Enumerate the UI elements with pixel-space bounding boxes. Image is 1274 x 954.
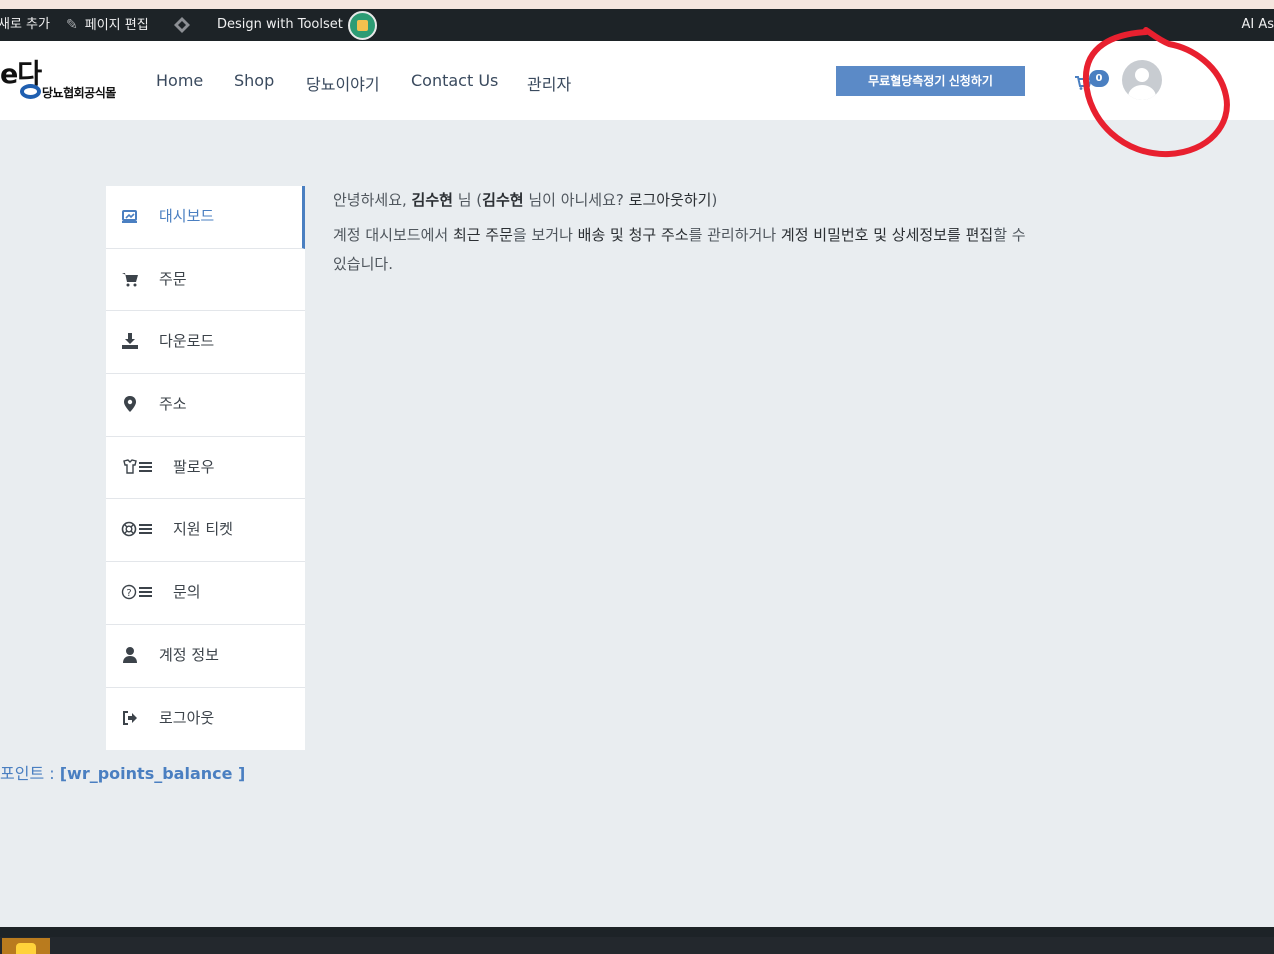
dashboard-icon	[121, 207, 139, 225]
sidebar-item-orders[interactable]: 주문	[106, 249, 305, 312]
sidebar-item-label: 대시보드	[159, 207, 215, 225]
site-header: e다 당뇨협회공식몰 Home Shop 당뇨이야기 Contact Us 관리…	[0, 41, 1274, 120]
sidebar-item-label: 주문	[159, 269, 187, 288]
sidebar-item-label: 로그아웃	[159, 708, 215, 727]
user-icon	[121, 646, 139, 664]
greet-mid: 님 (	[452, 191, 483, 209]
sidebar-item-label: 팔로우	[173, 457, 215, 476]
sidebar-item-downloads[interactable]: 다운로드	[106, 311, 305, 375]
cart-icon	[121, 270, 139, 288]
sidebar-item-label: 다운로드	[159, 332, 215, 351]
sidebar-item-label: 지원 티켓	[173, 520, 233, 539]
desc-text-3: 를 관리하거나	[688, 226, 781, 244]
sidebar-item-follow[interactable]: 팔로우	[106, 437, 305, 500]
points-label: 포인트 :	[0, 764, 60, 783]
free-meter-request-button[interactable]: 무료혈당측정기 신청하기	[836, 66, 1025, 96]
logout-icon	[121, 709, 139, 727]
sidebar-item-label: 문의	[173, 583, 201, 602]
nav-admin[interactable]: 관리자	[527, 71, 571, 95]
dashboard-description: 계정 대시보드에서 최근 주문을 보거나 배송 및 청구 주소를 관리하거나 계…	[333, 221, 1033, 279]
support-ticket-icon	[121, 519, 155, 539]
greet-mid-2: 님이 아니세요?	[523, 191, 629, 209]
sidebar-item-logout[interactable]: 로그아웃	[106, 688, 305, 751]
admin-new-button[interactable]: 새로 추가	[0, 9, 50, 41]
admin-edit-label: 페이지 편집	[84, 18, 149, 33]
map-pin-icon	[121, 395, 139, 413]
user-name-2: 김수현	[482, 191, 524, 209]
greeting-text: 안녕하세요, 김수현 님 (김수현 님이 아니세요? 로그아웃하기)	[333, 189, 1033, 211]
greet-suffix: )	[711, 191, 718, 209]
nav-home[interactable]: Home	[156, 71, 203, 90]
sidebar-item-support-tickets[interactable]: 지원 티켓	[106, 499, 305, 563]
top-strip	[0, 0, 1274, 9]
admin-edit-page-button[interactable]: ✎ 페이지 편집	[66, 9, 149, 41]
logout-link[interactable]: 로그아웃하기	[629, 191, 712, 209]
desc-text-2: 을 보거나	[512, 226, 578, 244]
addresses-link[interactable]: 배송 및 청구 주소	[578, 226, 689, 244]
cart-count-badge: 0	[1089, 70, 1109, 87]
design-with-toolset-button[interactable]: Design with Toolset	[217, 9, 343, 41]
account-details-link[interactable]: 계정 비밀번호 및 상세정보를 편집	[781, 226, 993, 244]
taskbar-app-icon[interactable]	[2, 938, 50, 954]
desc-text-1: 계정 대시보드에서	[333, 226, 453, 244]
points-balance: 포인트 : [wr_points_balance ]	[0, 760, 245, 784]
logo-subtitle: 당뇨협회공식몰	[42, 86, 116, 100]
account-navigation: 대시보드 주문 다운로드 주소 팔로우 지원 티켓 ? 문의 계정 정보 로그아…	[106, 186, 305, 751]
sidebar-item-label: 계정 정보	[159, 645, 219, 664]
user-name: 김수현	[411, 191, 453, 209]
pencil-icon: ✎	[66, 17, 78, 33]
admin-ai-button[interactable]: AI As	[1241, 9, 1274, 41]
admin-bar: 새로 추가 ✎ 페이지 편집 Design with Toolset AI As	[0, 9, 1274, 41]
dashboard-content: 안녕하세요, 김수현 님 (김수현 님이 아니세요? 로그아웃하기) 계정 대시…	[333, 189, 1033, 279]
svg-text:?: ?	[126, 588, 131, 599]
nav-diabetes-story[interactable]: 당뇨이야기	[306, 71, 380, 95]
sidebar-item-label: 주소	[159, 395, 187, 414]
user-avatar[interactable]	[1122, 60, 1162, 100]
recent-orders-link[interactable]: 최근 주문	[453, 226, 513, 244]
points-shortcode: [wr_points_balance ]	[59, 764, 246, 783]
greet-prefix: 안녕하세요,	[333, 191, 412, 209]
logo-ring-icon	[20, 84, 41, 99]
follow-list-icon	[121, 457, 155, 477]
sidebar-item-addresses[interactable]: 주소	[106, 374, 305, 437]
sidebar-item-account-details[interactable]: 계정 정보	[106, 625, 305, 688]
nav-contact-us[interactable]: Contact Us	[411, 71, 498, 90]
nav-shop[interactable]: Shop	[234, 71, 274, 90]
plugin-badge-icon[interactable]	[348, 11, 377, 40]
inquiry-icon: ?	[121, 582, 155, 602]
sidebar-item-dashboard[interactable]: 대시보드	[106, 186, 305, 249]
download-icon	[121, 332, 139, 350]
taskbar	[0, 927, 1274, 954]
toolset-icon[interactable]	[173, 16, 191, 34]
sidebar-item-inquiry[interactable]: ? 문의	[106, 562, 305, 625]
